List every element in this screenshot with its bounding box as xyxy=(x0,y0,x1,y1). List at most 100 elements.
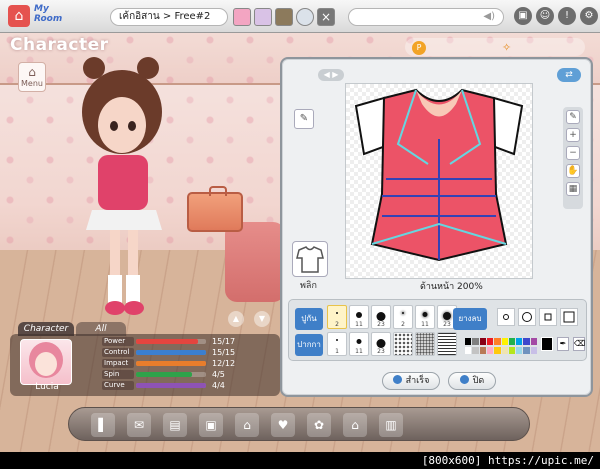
friend-avatar-icon[interactable] xyxy=(296,8,314,26)
brush-dot-icon xyxy=(422,312,428,317)
palette-color-swatch[interactable] xyxy=(465,338,472,345)
palette-color-swatch[interactable] xyxy=(501,338,508,345)
palette-color-swatch[interactable] xyxy=(465,346,472,354)
shop-icon[interactable]: ✉ xyxy=(127,413,151,437)
palette-color-swatch[interactable] xyxy=(479,346,486,354)
palette-color-swatch[interactable] xyxy=(486,346,494,354)
square-small-shape[interactable] xyxy=(539,308,557,326)
item-thumbnail[interactable] xyxy=(292,241,328,277)
stat-label: Curve xyxy=(102,381,134,390)
palette-color-swatch[interactable] xyxy=(508,338,516,345)
brush-dot-icon xyxy=(376,312,386,321)
brush-tool-panel: ปูกัน 2 11 23 2 11 23 ยางลบ ปากกา 1 11 23 ✒ ⌫ xyxy=(288,299,587,361)
zoom-out-icon[interactable]: − xyxy=(566,146,580,160)
pen-size-option[interactable]: 23 xyxy=(371,305,391,329)
stat-bar-fill xyxy=(136,339,198,344)
brush-size-option[interactable]: 23 xyxy=(371,332,391,356)
palette-color-swatch[interactable] xyxy=(516,346,523,354)
stat-label: Power xyxy=(102,337,134,346)
menu-button[interactable]: ⌂ Menu xyxy=(18,62,46,92)
brush-size-option[interactable]: 1 xyxy=(327,332,347,356)
bag-icon[interactable]: ▣ xyxy=(199,413,223,437)
palette-color-swatch[interactable] xyxy=(494,338,501,345)
furniture-icon[interactable]: ▤ xyxy=(163,413,187,437)
stat-value: 4/4 xyxy=(212,381,225,390)
eraser-icon[interactable]: ⌫ xyxy=(573,337,585,351)
friend-avatar-icon[interactable] xyxy=(254,8,272,26)
home-icon[interactable]: ⌂ xyxy=(343,413,367,437)
brush-size-option[interactable] xyxy=(415,332,435,356)
stat-bar-fill xyxy=(136,361,206,366)
pen-size-option[interactable]: 2 xyxy=(327,305,347,329)
brush-size-list: 1 11 23 xyxy=(327,332,457,356)
close-button[interactable]: ปิด xyxy=(448,372,496,390)
palette-color-swatch[interactable] xyxy=(508,346,516,354)
grid-icon[interactable]: ▦ xyxy=(566,182,580,196)
gift-icon[interactable]: ♥ xyxy=(271,413,295,437)
brush-size-option[interactable]: 11 xyxy=(349,332,369,356)
color-palette xyxy=(465,338,537,354)
window-icon[interactable]: ▣ xyxy=(514,7,532,25)
square-large-shape[interactable] xyxy=(560,308,578,326)
character-avatar[interactable] xyxy=(70,50,175,325)
bed-furniture xyxy=(225,222,285,302)
save-button[interactable]: สำเร็จ xyxy=(382,372,440,390)
brush-tool-label[interactable]: ปากกา xyxy=(295,334,323,356)
home-logo-icon[interactable]: ⌂ xyxy=(8,5,30,27)
stat-label: Control xyxy=(102,348,134,357)
circle-small-shape[interactable] xyxy=(497,308,515,326)
palette-color-swatch[interactable] xyxy=(479,338,486,345)
bottom-toolbar-icons: ▌ ✉ ▤ ▣ ⌂ ♥ ✿ ⌂ ▥ xyxy=(91,413,403,437)
brush-size-option[interactable] xyxy=(393,332,413,356)
user-settings-icon[interactable]: ☺ xyxy=(536,7,554,25)
edit-tool-icon[interactable]: ✎ xyxy=(294,109,314,129)
flip-label[interactable]: พลิก xyxy=(300,278,317,292)
hand-icon[interactable]: ✋ xyxy=(566,164,580,178)
palette-color-swatch[interactable] xyxy=(501,346,508,354)
eyedropper-icon[interactable]: ✒ xyxy=(557,337,569,351)
house-icon[interactable]: ⌂ xyxy=(235,413,259,437)
palette-color-swatch[interactable] xyxy=(523,338,530,345)
character-portrait[interactable] xyxy=(20,339,72,385)
gear-icon[interactable]: ⚙ xyxy=(580,7,598,25)
eraser-tool-label[interactable]: ยางลบ xyxy=(453,308,487,330)
footer-watermark: [800x600] https://upic.me/ xyxy=(0,452,600,469)
myroom-button[interactable]: My Room xyxy=(34,4,66,28)
palette-color-swatch[interactable] xyxy=(472,346,479,354)
pencil-icon[interactable]: ✎ xyxy=(566,110,580,124)
pen-tool-label[interactable]: ปูกัน xyxy=(295,308,323,330)
close-icon xyxy=(459,375,469,384)
circle-large-shape[interactable] xyxy=(518,308,536,326)
swap-view-button[interactable]: ⇄ xyxy=(557,68,581,82)
drawing-canvas[interactable] xyxy=(345,83,533,279)
palette-color-swatch[interactable] xyxy=(530,338,537,345)
palette-color-swatch[interactable] xyxy=(530,346,537,354)
info-icon[interactable]: ! xyxy=(558,7,576,25)
chat-input[interactable]: ◀) xyxy=(348,8,504,26)
top-right-controls: ▣ ☺ ! ⚙ xyxy=(514,7,598,25)
page-title: Character xyxy=(10,35,109,55)
palette-color-swatch[interactable] xyxy=(494,346,501,354)
brush-size-option[interactable] xyxy=(437,332,457,356)
pen-size-option[interactable]: 11 xyxy=(415,305,435,329)
character-name: Lucia xyxy=(35,382,59,392)
pen-size-option[interactable]: 2 xyxy=(393,305,413,329)
trash-icon[interactable]: ▥ xyxy=(379,413,403,437)
palette-color-swatch[interactable] xyxy=(523,346,530,354)
speaker-icon[interactable]: ◀) xyxy=(483,11,495,22)
palette-color-swatch[interactable] xyxy=(486,338,494,345)
friend-avatar-icon[interactable] xyxy=(233,8,251,26)
zoom-in-icon[interactable]: + xyxy=(566,128,580,142)
door-icon[interactable]: ▌ xyxy=(91,413,115,437)
stat-bar xyxy=(136,361,206,366)
close-icon[interactable]: × xyxy=(317,8,335,26)
brush-dot-icon xyxy=(443,312,451,320)
prev-next-arrows[interactable]: ◀ ▶ xyxy=(318,69,344,81)
leaf-icon[interactable]: ✿ xyxy=(307,413,331,437)
current-color-swatch[interactable] xyxy=(541,337,553,351)
palette-color-swatch[interactable] xyxy=(516,338,523,345)
friend-avatar-icon[interactable] xyxy=(275,8,293,26)
palette-color-swatch[interactable] xyxy=(472,338,479,345)
pen-size-option[interactable]: 11 xyxy=(349,305,369,329)
location-breadcrumb[interactable]: เค้กอิสาน > Free#2 xyxy=(110,8,228,26)
